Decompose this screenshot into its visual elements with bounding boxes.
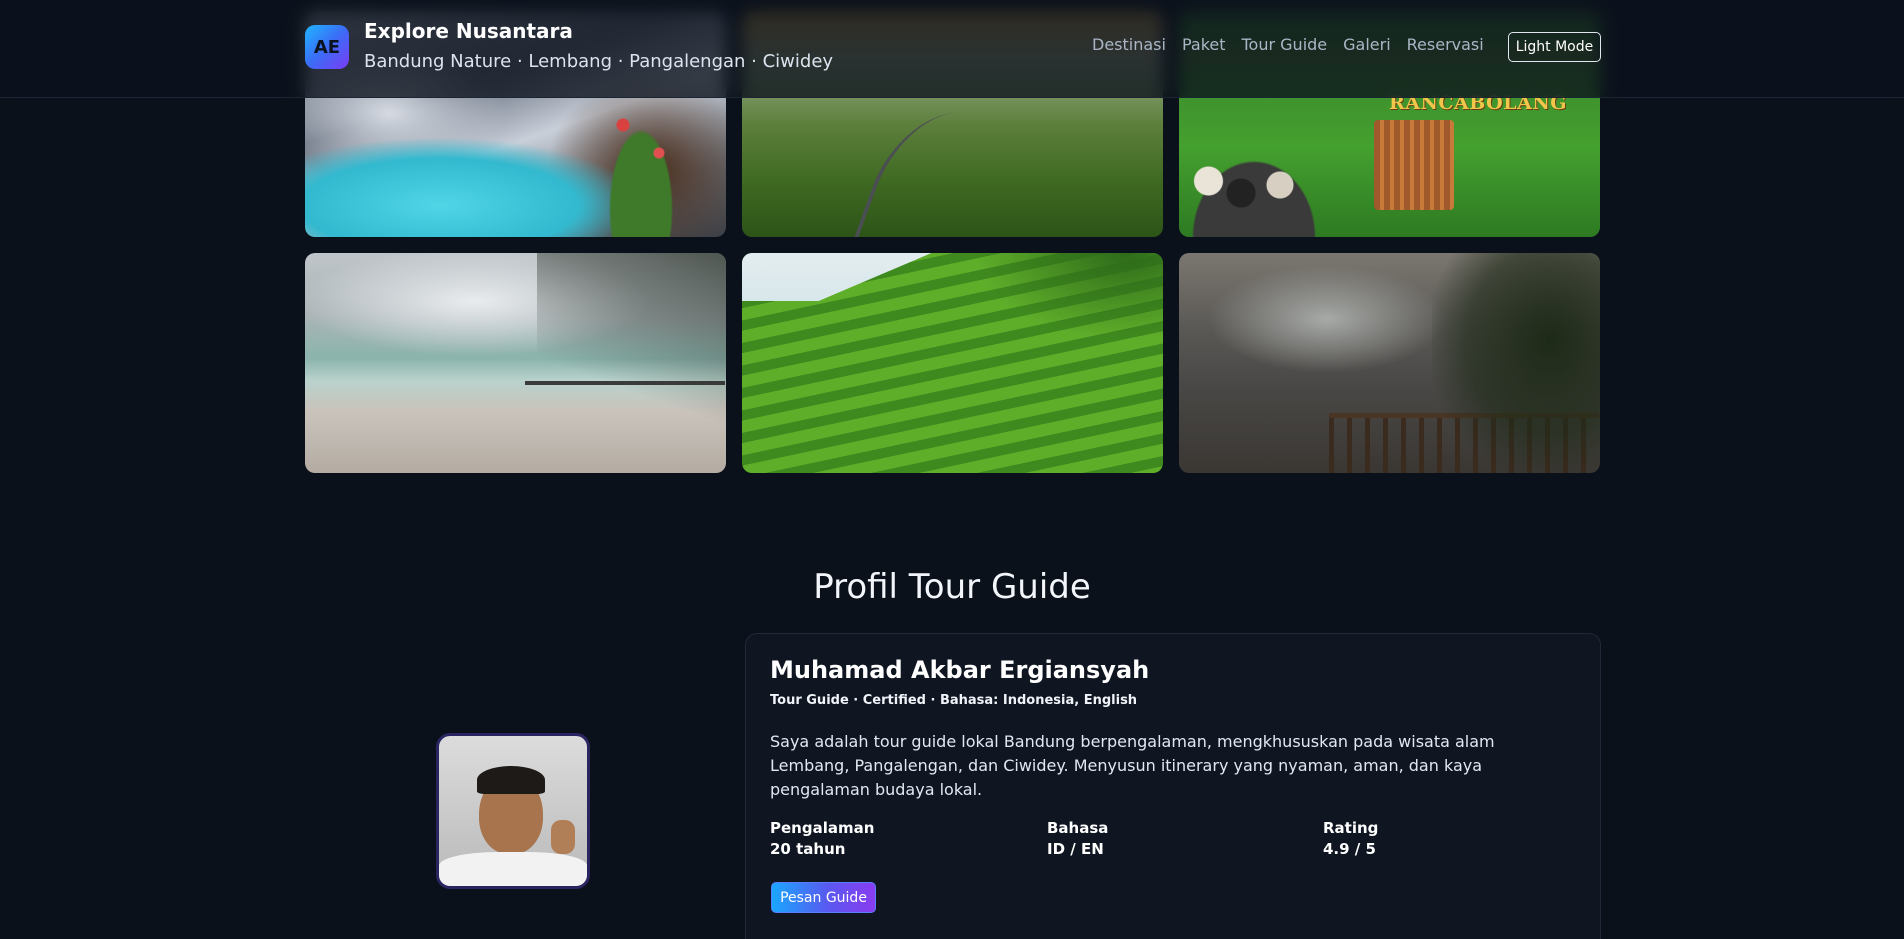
- stat-rating: Rating 4.9 / 5: [1323, 819, 1378, 858]
- lake-pier: [525, 381, 725, 385]
- gallery-photo-misty-lake[interactable]: [305, 253, 726, 473]
- stat-label: Rating: [1323, 819, 1379, 837]
- section-title: Profil Tour Guide: [813, 567, 1091, 607]
- nav-link-tour-guide[interactable]: Tour Guide: [1242, 35, 1328, 54]
- light-mode-toggle-button[interactable]: Light Mode: [1508, 32, 1601, 62]
- gallery-photo-tea-plantation[interactable]: [742, 253, 1163, 473]
- gallery-photo-foggy-valley[interactable]: [1179, 253, 1600, 473]
- stat-label: Bahasa: [1047, 819, 1109, 837]
- book-guide-button[interactable]: Pesan Guide: [771, 882, 876, 913]
- stat-experience: Pengalaman 20 tahun: [770, 819, 874, 858]
- guide-name: Muhamad Akbar Ergiansyah: [770, 656, 1150, 684]
- site-header: AE Explore Nusantara Bandung Nature · Le…: [0, 0, 1904, 98]
- guide-bio: Saya adalah tour guide lokal Bandung ber…: [770, 732, 1495, 799]
- guide-meta: Tour Guide · Certified · Bahasa: Indones…: [770, 693, 1138, 708]
- brand-title: Explore Nusantara: [364, 19, 573, 43]
- avatar-shirt: [439, 852, 587, 886]
- guide-avatar: [436, 733, 590, 889]
- brand-subtitle: Bandung Nature · Lembang · Pangalengan ·…: [364, 51, 834, 72]
- guide-stats: Pengalaman 20 tahun Bahasa ID / EN Ratin…: [770, 819, 1600, 869]
- wooden-sign: [1374, 120, 1454, 210]
- stat-language: Bahasa ID / EN: [1047, 819, 1108, 858]
- visitors-group: [1189, 157, 1319, 237]
- stat-value: 4.9 / 5: [1323, 840, 1376, 858]
- thumbs-up-icon: [551, 820, 575, 854]
- wooden-railing: [1329, 413, 1599, 473]
- main-nav: Destinasi Paket Tour Guide Galeri Reserv…: [1092, 35, 1484, 54]
- stat-value: ID / EN: [1047, 840, 1104, 858]
- nav-link-paket[interactable]: Paket: [1182, 35, 1226, 54]
- page: RANCABOLANG AE Explore Nusantara Bandung…: [0, 0, 1904, 939]
- stat-value: 20 tahun: [770, 840, 846, 858]
- avatar-hair: [477, 766, 545, 794]
- stat-label: Pengalaman: [770, 819, 875, 837]
- nav-link-reservasi[interactable]: Reservasi: [1407, 35, 1484, 54]
- nav-link-galeri[interactable]: Galeri: [1343, 35, 1391, 54]
- brand-logo[interactable]: AE: [305, 25, 349, 69]
- guide-profile-card: Muhamad Akbar Ergiansyah Tour Guide · Ce…: [745, 633, 1601, 939]
- nav-link-destinasi[interactable]: Destinasi: [1092, 35, 1166, 54]
